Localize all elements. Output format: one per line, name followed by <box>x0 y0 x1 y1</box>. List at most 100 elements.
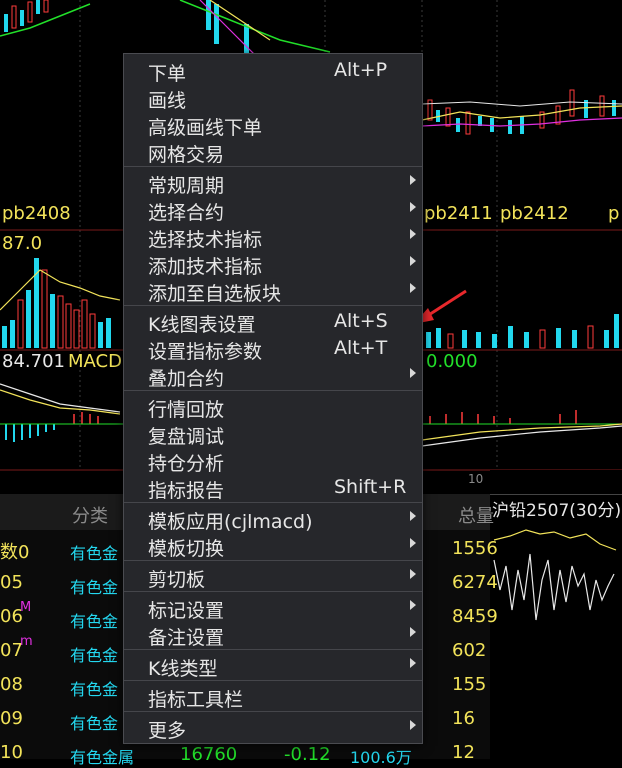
submenu-arrow-icon <box>410 202 416 212</box>
row-volume: 12 <box>452 742 475 763</box>
menu-item-label: 剪切板 <box>148 569 206 591</box>
menu-item[interactable]: 下单 Alt+P <box>124 57 422 85</box>
menu-item[interactable]: 更多 <box>124 714 422 742</box>
menu-item-label: 持仓分析 <box>148 453 225 475</box>
contract-label-pb2408[interactable]: pb2408 <box>2 203 71 224</box>
submenu-arrow-icon <box>410 627 416 637</box>
menu-item-shortcut: Alt+S <box>334 310 388 332</box>
menu-item[interactable]: 指标工具栏 <box>124 683 422 711</box>
menu-item[interactable]: 设置指标参数 Alt+T <box>124 335 422 363</box>
row-name: 10 <box>0 742 23 763</box>
menu-item[interactable]: 常规周期 <box>124 169 422 197</box>
row-name: 05 <box>0 572 23 593</box>
row-volume: 602 <box>452 640 487 661</box>
menu-item-label: 设置指标参数 <box>148 341 263 363</box>
menu-item[interactable]: 复盘调试 <box>124 420 422 448</box>
header-category[interactable]: 分类 <box>72 502 108 528</box>
menu-item-label: 选择技术指标 <box>148 229 263 251</box>
macd-label: MACD <box>68 351 122 372</box>
menu-item-label: K线类型 <box>148 658 218 680</box>
menu-item-shortcut: Alt+T <box>334 337 388 359</box>
row-amount: 100.6万 <box>350 748 412 767</box>
submenu-arrow-icon <box>410 256 416 266</box>
menu-item-label: 下单 <box>148 63 187 85</box>
row-volume: 8459 <box>452 606 498 627</box>
menu-item-label: 备注设置 <box>148 627 225 649</box>
menu-item[interactable]: 叠加合约 <box>124 362 422 390</box>
menu-item[interactable]: 标记设置 <box>124 594 422 622</box>
menu-separator <box>124 711 422 712</box>
mini-chart-lines <box>493 529 617 621</box>
submenu-arrow-icon <box>410 720 416 730</box>
macd-value: 84.701 <box>2 351 65 372</box>
menu-item[interactable]: 高级画线下单 <box>124 111 422 139</box>
mini-chart[interactable]: 10 沪铅2507(30分) <box>468 470 622 759</box>
menu-item[interactable]: 指标报告 Shift+R <box>124 474 422 502</box>
green-indicator-value: 0.000 <box>426 351 478 372</box>
menu-item-shortcut: Alt+P <box>334 59 388 81</box>
row-price: 16760 <box>180 744 238 765</box>
contract-label-pb2412[interactable]: pb2412 <box>500 203 569 224</box>
menu-item-label: 叠加合约 <box>148 368 225 390</box>
submenu-arrow-icon <box>410 229 416 239</box>
menu-separator <box>124 166 422 167</box>
row-category: 有色金 <box>70 714 119 733</box>
row-volume: 6274 <box>452 572 498 593</box>
menu-item[interactable]: K线类型 <box>124 652 422 680</box>
contract-label-p[interactable]: p <box>608 203 619 224</box>
menu-item-label: 添加至自选板块 <box>148 283 282 305</box>
submenu-arrow-icon <box>410 175 416 185</box>
row-name: 数0 <box>0 542 30 563</box>
menu-separator <box>124 502 422 503</box>
menu-item-label: 模板切换 <box>148 538 225 560</box>
menu-separator <box>124 560 422 561</box>
header-volume[interactable]: 总量 <box>458 502 494 528</box>
menu-item[interactable]: 行情回放 <box>124 393 422 421</box>
menu-item[interactable]: 选择技术指标 <box>124 223 422 251</box>
submenu-arrow-icon <box>410 368 416 378</box>
row-mark: m <box>20 634 33 649</box>
menu-item[interactable]: 备注设置 <box>124 621 422 649</box>
row-category: 有色金 <box>70 544 119 563</box>
row-name: 09 <box>0 708 23 729</box>
row-category: 有色金 <box>70 612 119 631</box>
menu-item[interactable]: 画线 <box>124 84 422 112</box>
row-change: -0.12 <box>284 744 331 765</box>
row-volume: 155 <box>452 674 487 695</box>
menu-item[interactable]: 模板应用(cjlmacd) <box>124 505 422 533</box>
menu-item[interactable]: 添加技术指标 <box>124 250 422 278</box>
row-name: 08 <box>0 674 23 695</box>
menu-item[interactable]: K线图表设置 Alt+S <box>124 308 422 336</box>
price-label: 87.0 <box>2 233 43 254</box>
menu-item-label: 标记设置 <box>148 600 225 622</box>
mini-axis-label: 10 <box>468 472 484 486</box>
contract-label-pb2411[interactable]: pb2411 <box>424 203 493 224</box>
menu-separator <box>124 649 422 650</box>
row-mark: M <box>20 600 32 615</box>
context-menu: 下单 Alt+P 画线 高级画线下单网格交易常规周期 选择合约选择技术指标 添加技术指标添… <box>123 53 423 744</box>
menu-item-label: K线图表设置 <box>148 314 256 336</box>
menu-item[interactable]: 模板切换 <box>124 532 422 560</box>
menu-item-shortcut: Shift+R <box>334 476 407 498</box>
row-category: 有色金 <box>70 680 119 699</box>
submenu-arrow-icon <box>410 538 416 548</box>
submenu-arrow-icon <box>410 569 416 579</box>
menu-separator <box>124 390 422 391</box>
menu-item-label: 指标报告 <box>148 480 225 502</box>
menu-item[interactable]: 网格交易 <box>124 138 422 166</box>
menu-item-label: 添加技术指标 <box>148 256 263 278</box>
submenu-arrow-icon <box>410 283 416 293</box>
row-volume: 16 <box>452 708 475 729</box>
menu-item[interactable]: 持仓分析 <box>124 447 422 475</box>
menu-item-label: 指标工具栏 <box>148 689 244 711</box>
row-volume: 1556 <box>452 538 498 559</box>
row-category: 有色金 <box>70 646 119 665</box>
menu-item-label: 复盘调试 <box>148 426 225 448</box>
menu-item-label: 网格交易 <box>148 144 225 166</box>
row-category: 有色金属 <box>70 748 135 767</box>
menu-item[interactable]: 添加至自选板块 <box>124 277 422 305</box>
submenu-arrow-icon <box>410 600 416 610</box>
menu-item[interactable]: 剪切板 <box>124 563 422 591</box>
submenu-arrow-icon <box>410 511 416 521</box>
menu-item[interactable]: 选择合约 <box>124 196 422 224</box>
